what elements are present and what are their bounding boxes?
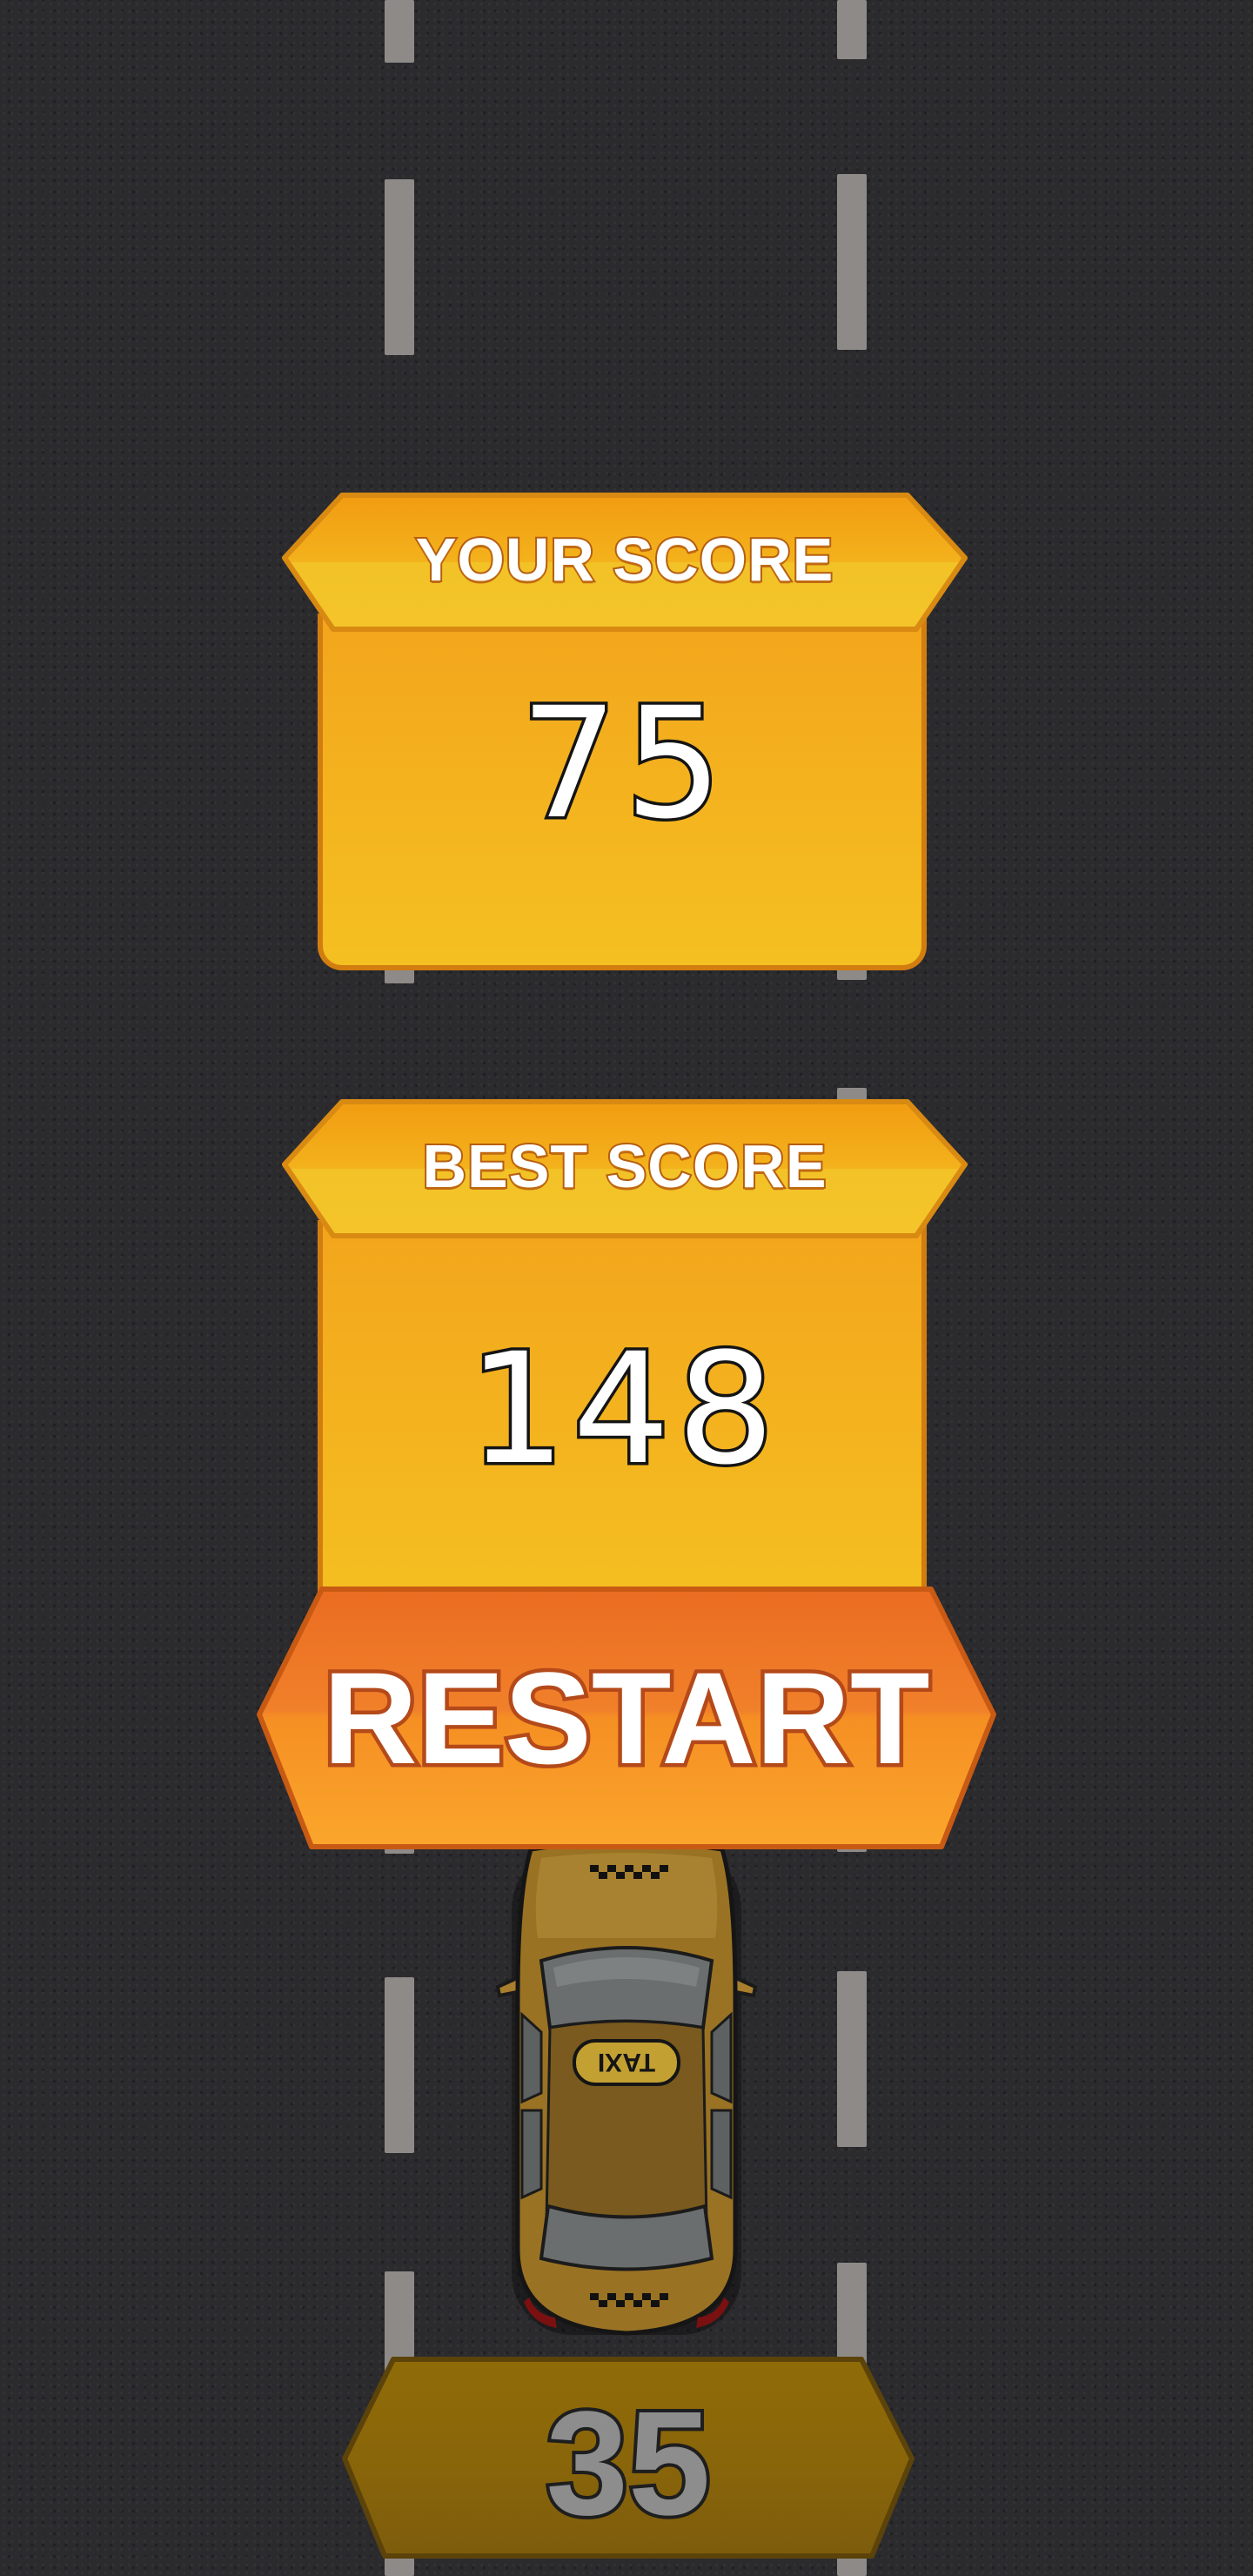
lane-dash (385, 179, 414, 355)
best-score-label: BEST SCORE (420, 1130, 828, 1202)
taxi-roof-sign: TAXI (598, 2048, 655, 2076)
best-score-value: 148 (466, 1318, 781, 1502)
your-score-label: YOUR SCORE (414, 524, 835, 595)
speed-badge: 35 (339, 2354, 917, 2563)
restart-label[interactable]: RESTART (252, 1641, 1001, 1795)
lane-dash (837, 0, 867, 59)
best-score-header: BEST SCORE (281, 1098, 968, 1242)
lane-dash (837, 174, 867, 350)
speed-value: 35 (542, 2378, 714, 2550)
your-score-panel: YOUR SCORE 75 (282, 492, 968, 970)
your-score-header: YOUR SCORE (281, 492, 968, 635)
restart-button[interactable]: RESTART (252, 1584, 1001, 1854)
lane-dash (385, 1977, 414, 2153)
taxi-car-icon: TAXI (487, 1840, 766, 2341)
best-score-panel: BEST SCORE 148 (282, 1098, 968, 1620)
lane-dash (837, 1971, 867, 2147)
lane-dash (385, 0, 414, 63)
your-score-value: 75 (518, 672, 729, 856)
